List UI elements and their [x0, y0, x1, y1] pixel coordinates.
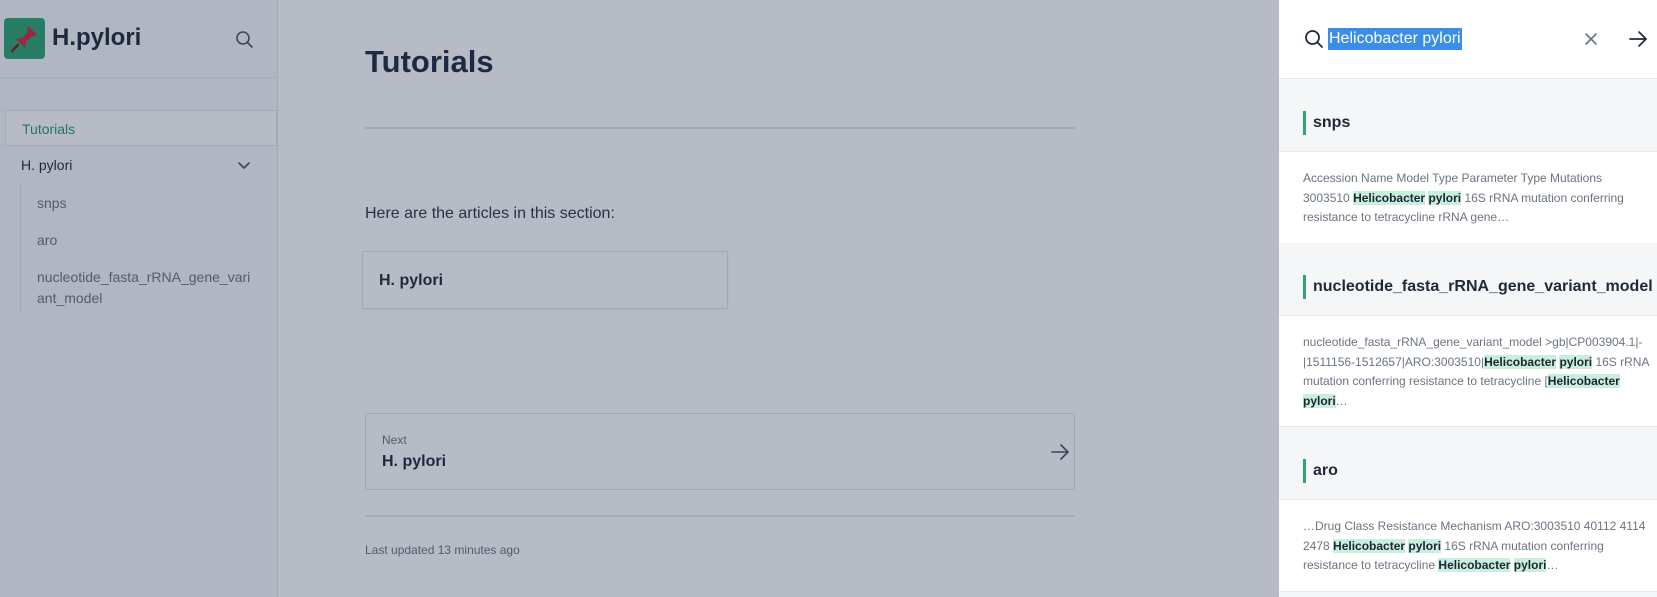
search-icon — [1303, 28, 1325, 50]
accent-bar — [1303, 275, 1306, 299]
result-title: nucleotide_fasta_rRNA_gene_variant_model — [1313, 278, 1653, 295]
result-title: aro — [1313, 462, 1338, 479]
match-highlight: Helicobacter — [1438, 558, 1511, 572]
modal-backdrop[interactable] — [0, 0, 1279, 597]
excerpt-text: … — [1335, 393, 1348, 408]
match-highlight: pylori — [1428, 190, 1462, 205]
result-excerpt[interactable]: Accession Name Model Type Parameter Type… — [1279, 151, 1657, 244]
search-input[interactable] — [1327, 28, 1597, 50]
match-highlight: Helicobacter — [1353, 190, 1426, 205]
search-bar: Helicobacter pylori — [1279, 0, 1657, 79]
result-group-nucleotide[interactable]: nucleotide_fasta_rRNA_gene_variant_model — [1279, 243, 1657, 315]
accent-bar — [1303, 459, 1306, 483]
match-highlight: Helicobacter — [1547, 374, 1620, 388]
result-group-snps[interactable]: snps — [1279, 79, 1657, 151]
match-highlight: pylori — [1513, 558, 1547, 572]
match-highlight: pylori — [1408, 538, 1442, 553]
accent-bar — [1303, 111, 1306, 135]
result-title: snps — [1313, 114, 1351, 131]
arrow-right-icon[interactable] — [1627, 28, 1649, 50]
match-highlight: pylori — [1303, 393, 1336, 408]
match-highlight: pylori — [1559, 354, 1593, 369]
result-group-aro[interactable]: aro — [1279, 427, 1657, 499]
close-icon[interactable] — [1581, 29, 1601, 49]
search-results: snps Accession Name Model Type Parameter… — [1279, 79, 1657, 597]
match-highlight: Helicobacter — [1484, 354, 1557, 369]
result-excerpt[interactable]: …Drug Class Resistance Mechanism ARO:300… — [1279, 499, 1657, 592]
excerpt-text: … — [1546, 558, 1559, 572]
search-panel: Helicobacter pylori snps Accession Name … — [1279, 0, 1657, 597]
match-highlight: Helicobacter — [1333, 538, 1406, 553]
result-excerpt[interactable]: nucleotide_fasta_rRNA_gene_variant_model… — [1279, 315, 1657, 427]
